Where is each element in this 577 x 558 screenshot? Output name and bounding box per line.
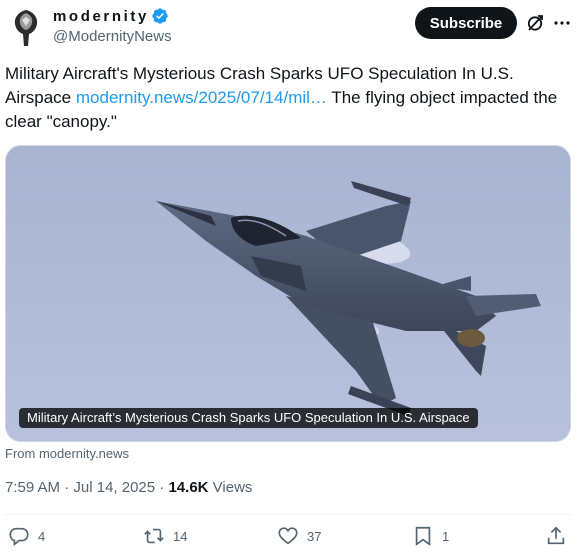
tweet-header: modernity @ModernityNews Subscribe xyxy=(0,0,577,58)
tweet-text: Military Aircraft's Mysterious Crash Spa… xyxy=(5,62,571,134)
reply-button[interactable]: 4 xyxy=(8,525,45,547)
repost-icon xyxy=(144,528,164,544)
tweet-date[interactable]: Jul 14, 2025 xyxy=(73,479,155,496)
media-caption: Military Aircraft’s Mysterious Crash Spa… xyxy=(19,408,478,428)
author-name-row: modernity xyxy=(53,7,169,25)
reply-icon xyxy=(9,527,29,546)
display-name[interactable]: modernity xyxy=(53,8,149,25)
divider xyxy=(5,514,571,515)
more-dots-icon[interactable] xyxy=(552,14,572,32)
views-label: Views xyxy=(208,479,253,496)
views-count: 14.6K xyxy=(168,479,209,496)
action-bar: 4 14 37 1 xyxy=(0,525,577,553)
bookmark-button[interactable]: 1 xyxy=(412,525,449,547)
link-source[interactable]: From modernity.news xyxy=(5,446,129,461)
meta-separator: · xyxy=(155,479,169,496)
grok-icon[interactable] xyxy=(525,13,545,33)
link-card-media[interactable]: Military Aircraft’s Mysterious Crash Spa… xyxy=(5,145,571,442)
bookmark-icon xyxy=(415,526,431,546)
repost-count: 14 xyxy=(173,528,188,544)
verified-badge-icon xyxy=(152,8,168,24)
author-handle[interactable]: @ModernityNews xyxy=(53,28,172,45)
share-icon xyxy=(547,526,565,545)
article-link[interactable]: modernity.news/2025/07/14/mil… xyxy=(76,88,327,107)
subscribe-button[interactable]: Subscribe xyxy=(415,7,517,39)
tweet-time[interactable]: 7:59 AM xyxy=(5,479,60,496)
tweet-meta: 7:59 AM · Jul 14, 2025 · 14.6K Views xyxy=(5,479,252,496)
reply-count: 4 xyxy=(38,528,46,544)
share-button[interactable] xyxy=(545,525,567,547)
meta-separator: · xyxy=(60,479,74,496)
avatar[interactable] xyxy=(8,8,44,48)
repost-button[interactable]: 14 xyxy=(143,525,187,547)
like-count: 37 xyxy=(307,528,322,544)
like-button[interactable]: 37 xyxy=(277,525,321,547)
fighter-jet-image xyxy=(6,146,570,441)
heart-icon xyxy=(278,527,298,545)
bookmark-count: 1 xyxy=(442,528,450,544)
